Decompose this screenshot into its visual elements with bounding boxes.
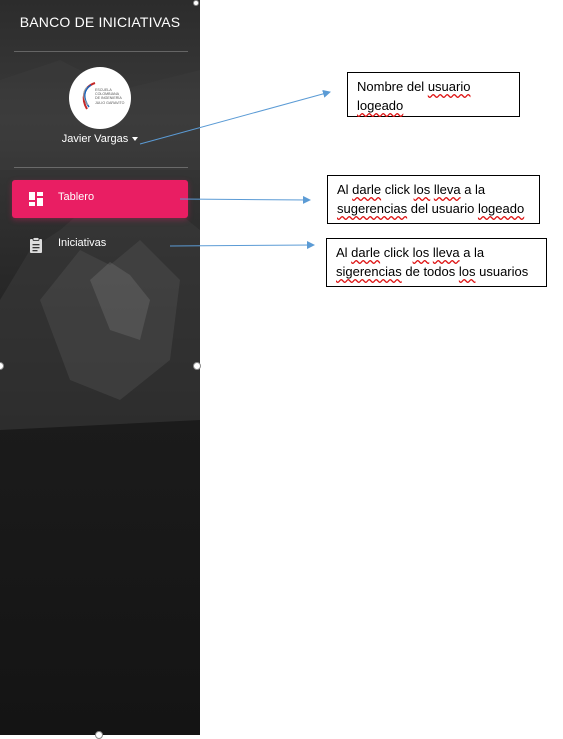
university-logo-icon	[82, 82, 96, 110]
resize-handle[interactable]	[193, 362, 201, 370]
sidebar-item-tablero[interactable]: Tablero	[12, 180, 188, 218]
dashboard-icon	[29, 192, 43, 206]
logo-text: ESCUELA COLOMBIANA DE INGENIERÍA JULIO G…	[95, 88, 125, 105]
divider	[14, 51, 188, 52]
user-name: Javier Vargas	[61, 133, 129, 145]
sidebar-item-label: Iniciativas	[58, 237, 107, 249]
callout-iniciativas: Al darle click los lleva a la sigerencia…	[326, 238, 547, 287]
clipboard-icon	[30, 237, 42, 253]
app-title: BANCO DE INICIATIVAS	[19, 14, 181, 30]
resize-handle[interactable]	[95, 731, 103, 739]
user-menu[interactable]: Javier Vargas	[0, 133, 200, 145]
sidebar: BANCO DE INICIATIVAS ESCUELA COLOMBIANA …	[0, 0, 200, 735]
avatar[interactable]: ESCUELA COLOMBIANA DE INGENIERÍA JULIO G…	[69, 67, 131, 129]
sidebar-item-label: Tablero	[58, 191, 95, 203]
callout-tablero: Al darle click los lleva a la sugerencia…	[327, 175, 540, 224]
sidebar-item-iniciativas[interactable]: Iniciativas	[12, 226, 188, 264]
resize-handle[interactable]	[193, 0, 199, 6]
divider	[14, 167, 188, 168]
callout-user-name: Nombre del usuario logeado	[347, 72, 520, 117]
caret-down-icon	[132, 137, 139, 142]
